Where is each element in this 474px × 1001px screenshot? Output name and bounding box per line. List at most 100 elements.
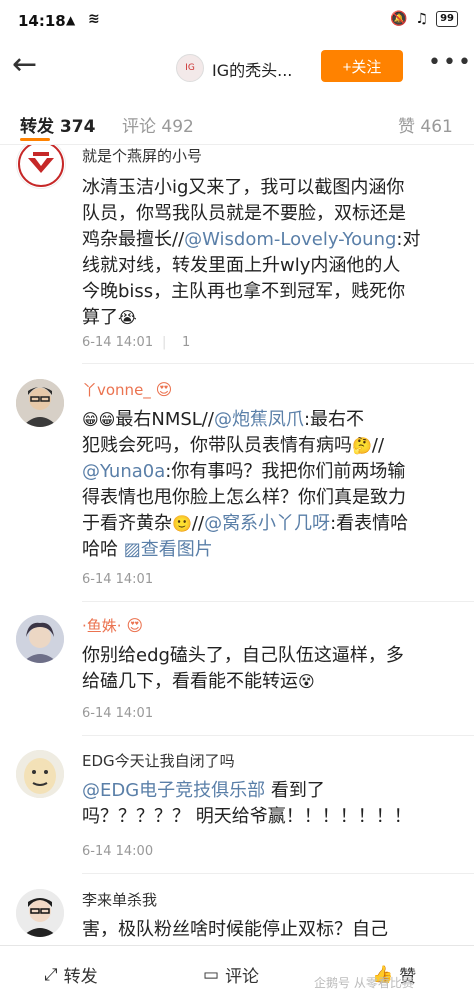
view-image-link[interactable]: ▨查看图片 — [124, 539, 213, 560]
avatar[interactable] — [16, 379, 64, 427]
list-item: EDG今天让我自闭了吗 @EDG电子竞技俱乐部 看到了 吗？？？？？ 明天给爷赢… — [0, 746, 474, 876]
status-right: 🔕 ♫ 99 — [390, 11, 458, 27]
watermark: 企鹅号 从零看比赛 — [314, 976, 414, 990]
doubt-emoji-icon: 🤔 — [352, 436, 372, 455]
text-span: :你有事吗？我把你们前两场输 — [165, 461, 406, 482]
text-line: 鸡杂最擅长//@Wisdom-Lovely-Young:对 — [82, 227, 462, 253]
follow-button[interactable]: +关注 — [321, 50, 403, 82]
username-text: 丫vonne_ — [82, 381, 151, 399]
text-span: 鸡杂最擅长// — [82, 229, 185, 250]
divider — [82, 601, 474, 602]
list-item: 就是个燕屏的小号 冰清玉洁小ig又来了，我可以截图内涵你 队员，你骂我队员就是不… — [0, 145, 474, 365]
text-span: 哈哈 — [82, 539, 124, 560]
list-item: 丫vonne_ 😍 😁😁最右NMSL//@炮蕉凤爪:最右不 犯贱会死吗，你带队员… — [0, 375, 474, 602]
bottom-action-bar: ⤢ 转发 ▭ 评论 👍 赞 — [0, 945, 474, 1001]
person-photo-icon — [16, 889, 64, 937]
mention-link[interactable]: @窝系小丫几呀 — [204, 513, 330, 534]
timestamp: 6-14 14:01 — [82, 335, 154, 350]
page-title[interactable]: IG的秃头... — [212, 57, 292, 81]
comment-label: 评论 — [225, 967, 260, 987]
mention-link[interactable]: @EDG电子竞技俱乐部 — [82, 780, 265, 801]
text-span: :看表情哈 — [330, 513, 409, 534]
heart-eyes-emoji-icon: 😍 — [155, 380, 173, 399]
username[interactable]: 就是个燕屏的小号 — [82, 145, 202, 166]
headset-icon: ♫ — [415, 11, 429, 27]
post-text: @EDG电子竞技俱乐部 看到了 吗？？？？？ 明天给爷赢！！！！！！！ — [82, 778, 462, 830]
text-line: 于看齐黄杂🙂//@窝系小丫几呀:看表情哈 — [82, 511, 462, 537]
divider — [82, 873, 474, 874]
avatar[interactable] — [16, 750, 64, 798]
username-text: ·鱼姝· — [82, 617, 122, 635]
text-line: 得表情也甩你脸上怎么样？你们真是致力 — [82, 487, 406, 508]
text-span: // — [371, 435, 385, 456]
avatar[interactable] — [16, 889, 64, 937]
username[interactable]: 李来单杀我 — [82, 889, 157, 910]
mention-link[interactable]: @Yuna0a — [82, 461, 165, 482]
more-options-icon[interactable]: ••• — [428, 50, 473, 75]
mention-link[interactable]: @Wisdom-Lovely-Young — [184, 229, 396, 250]
text-span: 算了 — [82, 307, 118, 328]
text-line: 算了😭 — [82, 305, 462, 331]
wifi-icon: ≋ — [88, 11, 100, 27]
post-text: 害，极队粉丝啥时候能停止双标？自己 — [82, 917, 462, 943]
repost-button[interactable]: ⤢ 转发 — [44, 962, 98, 988]
avatar[interactable] — [16, 145, 66, 189]
tab-repost[interactable]: 转发 374 — [20, 112, 95, 137]
text-line: 给磕几下，看看能不能转运😵 — [82, 669, 462, 695]
post-text: 你别给edg磕头了，自己队伍这逼样，多 给磕几下，看看能不能转运😵 — [82, 643, 462, 695]
username[interactable]: EDG今天让我自闭了吗 — [82, 750, 235, 771]
person-photo-icon — [16, 379, 64, 427]
crying-emoji-icon: 😭 — [118, 308, 137, 327]
divider — [82, 735, 474, 736]
repost-label: 转发 — [63, 967, 98, 987]
text-line: @Yuna0a:你有事吗？我把你们前两场输 — [82, 459, 462, 485]
text-span: 最右NMSL// — [115, 409, 214, 430]
text-line: 今晚biss，主队再也拿不到冠军，贱死你 — [82, 281, 406, 302]
timestamp: 6-14 14:00 — [82, 844, 154, 859]
mention-link[interactable]: @炮蕉凤爪 — [214, 409, 304, 430]
text-line: @EDG电子竞技俱乐部 看到了 — [82, 778, 462, 804]
tab-comment[interactable]: 评论 492 — [122, 112, 194, 137]
status-time: 14:18 — [18, 12, 66, 30]
text-span: 看到了 — [265, 780, 325, 801]
post-text: 冰清玉洁小ig又来了，我可以截图内涵你 队员，你骂我队员就是不要脸，双标还是 鸡… — [82, 175, 462, 331]
text-line: 队员，你骂我队员就是不要脸，双标还是 — [82, 203, 406, 224]
text-line: 吗？？？？？ 明天给爷赢！！！！！！！ — [82, 806, 412, 827]
person-photo-icon — [16, 615, 64, 663]
battery-icon: 99 — [436, 11, 458, 27]
text-span: :对 — [396, 229, 421, 250]
text-span: :最右不 — [303, 409, 365, 430]
heart-eyes-emoji-icon: 😍 — [126, 616, 144, 635]
username[interactable]: ·鱼姝· 😍 — [82, 615, 143, 636]
mute-icon: 🔕 — [390, 11, 408, 27]
timestamp: 6-14 14:01 — [82, 572, 154, 587]
timestamp: 6-14 14:01 — [82, 706, 154, 721]
dizzy-emoji-icon: 😵 — [298, 672, 315, 691]
repost-list: 就是个燕屏的小号 冰清玉洁小ig又来了，我可以截图内涵你 队员，你骂我队员就是不… — [0, 145, 474, 945]
network-icon: ▲ — [66, 13, 76, 27]
divider — [82, 363, 474, 364]
like-count[interactable]: 1 — [182, 335, 190, 350]
post-text: 😁😁最右NMSL//@炮蕉凤爪:最右不 犯贱会死吗，你带队员表情有病吗🤔// @… — [82, 407, 462, 563]
text-span: 给磕几下，看看能不能转运 — [82, 671, 298, 692]
text-span: // — [191, 513, 205, 534]
text-line: 害，极队粉丝啥时候能停止双标？自己 — [82, 919, 388, 940]
avatar[interactable] — [16, 615, 64, 663]
grin-emoji-icon: 😁😁 — [82, 410, 116, 429]
text-line: 😁😁最右NMSL//@炮蕉凤爪:最右不 — [82, 407, 462, 433]
text-span: 于看齐黄杂 — [82, 513, 172, 534]
comment-icon: ▭ — [203, 964, 220, 985]
username[interactable]: 丫vonne_ 😍 — [82, 379, 172, 400]
author-avatar[interactable]: IG — [176, 54, 204, 82]
meta-divider: | — [162, 335, 167, 350]
text-line: 冰清玉洁小ig又来了，我可以截图内涵你 — [82, 177, 405, 198]
tab-bar: 转发 374 评论 492 赞 461 — [0, 100, 474, 145]
tab-like[interactable]: 赞 461 — [398, 112, 453, 137]
text-line: 犯贱会死吗，你带队员表情有病吗🤔// — [82, 433, 462, 459]
comment-button[interactable]: ▭ 评论 — [203, 962, 260, 988]
ig-logo-icon — [18, 145, 64, 187]
back-arrow-icon[interactable]: ← — [12, 50, 37, 80]
text-line: 哈哈 ▨查看图片 — [82, 537, 462, 563]
tab-underline — [20, 138, 50, 141]
nav-bar: ← IG IG的秃头... +关注 ••• — [0, 44, 474, 90]
